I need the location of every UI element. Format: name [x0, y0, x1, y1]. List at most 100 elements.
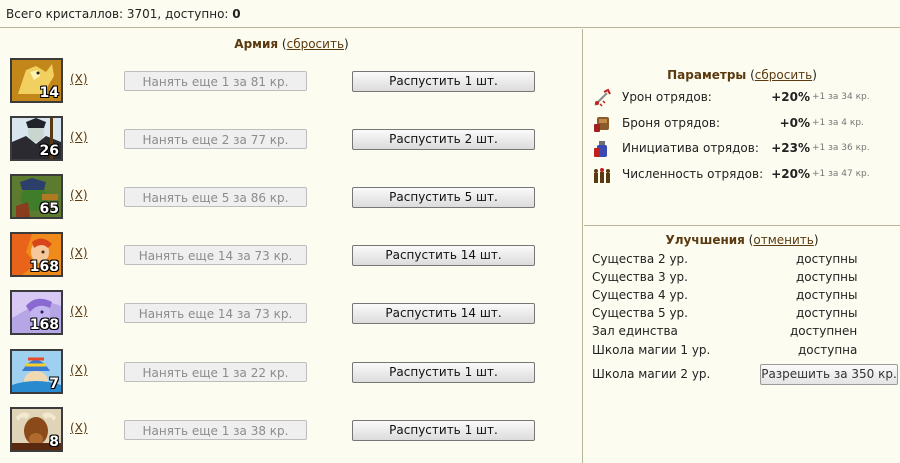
- unit-row: 14 (X) Нанять еще 1 за 81 кр. Распустить…: [10, 58, 570, 106]
- upgrade-row: Школа магии 2 ур. Разрешить за 350 кр.: [592, 364, 898, 385]
- upgrade-name: Зал единства: [592, 324, 678, 338]
- parameters-panel: Параметры (сбросить) Урон отрядов: +20% …: [584, 29, 900, 226]
- upgrades-heading: Улучшения: [665, 233, 745, 247]
- upgrade-row: Существа 3 ур. доступны: [592, 270, 892, 288]
- unit-row: 8 (X) Нанять еще 1 за 38 кр. Распустить …: [10, 407, 570, 455]
- hire-button[interactable]: Нанять еще 1 за 81 кр.: [124, 71, 307, 91]
- army-title: Армия (сбросить): [0, 37, 583, 51]
- dismiss-button[interactable]: Распустить 1 шт.: [352, 420, 535, 441]
- param-label: Урон отрядов:: [622, 90, 712, 104]
- param-value: +20%: [771, 90, 810, 104]
- dismiss-button[interactable]: Распустить 5 шт.: [352, 187, 535, 208]
- remove-unit-link[interactable]: (X): [70, 304, 88, 318]
- param-upgrade-link[interactable]: +1 за 47 кр.: [812, 169, 870, 179]
- upgrade-name: Школа магии 2 ур.: [592, 367, 711, 381]
- param-label: Броня отрядов:: [622, 116, 720, 130]
- sprite-portrait-icon: 168: [10, 232, 63, 277]
- upgrade-row: Зал единства доступнен: [592, 324, 892, 342]
- upgrades-title: Улучшения (отменить): [584, 233, 900, 247]
- unit-count: 7: [49, 376, 59, 392]
- unit-count: 14: [39, 85, 59, 101]
- param-row-damage: Урон отрядов: +20% +1 за 34 кр.: [592, 88, 892, 108]
- upgrade-status: доступны: [796, 252, 858, 266]
- paren-close: ): [813, 233, 819, 247]
- param-upgrade-link[interactable]: +1 за 36 кр.: [812, 143, 870, 153]
- troop-size-icon: [592, 165, 612, 185]
- army-panel: Армия (сбросить) 14 (X) Нанять еще 1 за …: [0, 29, 583, 463]
- dismiss-button[interactable]: Распустить 14 шт.: [352, 245, 535, 266]
- upgrade-status: доступна: [798, 343, 858, 357]
- param-value: +20%: [771, 167, 810, 181]
- mage-portrait-icon: 7: [10, 349, 63, 394]
- crystals-bar: Всего кристаллов: 3701, доступно: 0: [0, 0, 900, 28]
- army-reset-link[interactable]: сбросить: [287, 37, 344, 51]
- upgrade-row: Существа 4 ур. доступны: [592, 288, 892, 306]
- hire-button[interactable]: Нанять еще 2 за 77 кр.: [124, 129, 307, 149]
- armor-icon: [592, 114, 612, 134]
- upgrades-cancel-link[interactable]: отменить: [753, 233, 813, 247]
- upgrade-name: Существа 4 ур.: [592, 288, 688, 302]
- crystals-available: 0: [232, 7, 241, 21]
- param-row-troop-size: Численность отрядов: +20% +1 за 47 кр.: [592, 165, 892, 185]
- dismiss-button[interactable]: Распустить 14 шт.: [352, 303, 535, 324]
- hire-button[interactable]: Нанять еще 5 за 86 кр.: [124, 187, 307, 207]
- param-value: +0%: [779, 116, 810, 130]
- unit-row: 26 (X) Нанять еще 2 за 77 кр. Распустить…: [10, 116, 570, 164]
- unit-row: 7 (X) Нанять еще 1 за 22 кр. Распустить …: [10, 349, 570, 397]
- upgrade-row: Существа 5 ур. доступны: [592, 306, 892, 324]
- dismiss-button[interactable]: Распустить 2 шт.: [352, 129, 535, 150]
- paren-close: ): [812, 68, 817, 82]
- unit-count: 65: [39, 201, 59, 217]
- crystals-label: Всего кристаллов: 3701, доступно:: [6, 7, 233, 21]
- unit-count: 168: [29, 259, 59, 275]
- parameters-title: Параметры (сбросить): [584, 68, 900, 82]
- upgrade-name: Существа 2 ур.: [592, 252, 688, 266]
- unit-row: 65 (X) Нанять еще 5 за 86 кр. Распустить…: [10, 174, 570, 222]
- param-label: Инициатива отрядов:: [622, 141, 759, 155]
- paren-open: (: [278, 37, 287, 51]
- upgrade-name: Существа 3 ур.: [592, 270, 688, 284]
- upgrade-row: Школа магии 1 ур. доступна: [592, 343, 892, 361]
- crystals-status: Всего кристаллов: 3701, доступно: 0: [6, 7, 241, 21]
- unit-count: 8: [49, 434, 59, 450]
- remove-unit-link[interactable]: (X): [70, 363, 88, 377]
- dismiss-button[interactable]: Распустить 1 шт.: [352, 71, 535, 92]
- upgrade-status: доступны: [796, 288, 858, 302]
- unit-row: 168 (X) Нанять еще 14 за 73 кр. Распусти…: [10, 290, 570, 338]
- remove-unit-link[interactable]: (X): [70, 72, 88, 86]
- remove-unit-link[interactable]: (X): [70, 188, 88, 202]
- param-row-initiative: Инициатива отрядов: +23% +1 за 36 кр.: [592, 139, 892, 159]
- griffin-portrait-icon: 14: [10, 58, 63, 103]
- param-upgrade-link[interactable]: +1 за 34 кр.: [812, 92, 870, 102]
- hire-button[interactable]: Нанять еще 14 за 73 кр.: [124, 303, 307, 323]
- hire-button[interactable]: Нанять еще 14 за 73 кр.: [124, 245, 307, 265]
- parameters-reset-link[interactable]: сбросить: [755, 68, 812, 82]
- remove-unit-link[interactable]: (X): [70, 246, 88, 260]
- paren-open: (: [746, 68, 755, 82]
- upgrade-row: Существа 2 ур. доступны: [592, 252, 892, 270]
- remove-unit-link[interactable]: (X): [70, 421, 88, 435]
- upgrade-status: доступнен: [790, 324, 858, 338]
- initiative-icon: [592, 139, 612, 159]
- damage-icon: [592, 88, 612, 108]
- unit-row: 168 (X) Нанять еще 14 за 73 кр. Распусти…: [10, 232, 570, 280]
- dismiss-button[interactable]: Распустить 1 шт.: [352, 362, 535, 383]
- hire-button[interactable]: Нанять еще 1 за 38 кр.: [124, 420, 307, 440]
- hire-button[interactable]: Нанять еще 1 за 22 кр.: [124, 362, 307, 382]
- param-value: +23%: [771, 141, 810, 155]
- paren-close: ): [344, 37, 349, 51]
- permit-button[interactable]: Разрешить за 350 кр.: [760, 364, 898, 385]
- upgrade-status: доступны: [796, 270, 858, 284]
- vampire-portrait-icon: 26: [10, 116, 63, 161]
- unit-count: 26: [39, 143, 59, 159]
- upgrade-status: доступны: [796, 306, 858, 320]
- param-upgrade-link[interactable]: +1 за 4 кр.: [812, 118, 864, 128]
- parameters-heading: Параметры: [667, 68, 747, 82]
- army-heading: Армия: [234, 37, 279, 51]
- upgrades-panel: Улучшения (отменить) Существа 2 ур. дост…: [584, 227, 900, 463]
- unit-count: 168: [29, 317, 59, 333]
- upgrade-name: Школа магии 1 ур.: [592, 343, 711, 357]
- minotaur-portrait-icon: 8: [10, 407, 63, 452]
- remove-unit-link[interactable]: (X): [70, 130, 88, 144]
- param-label: Численность отрядов:: [622, 167, 764, 181]
